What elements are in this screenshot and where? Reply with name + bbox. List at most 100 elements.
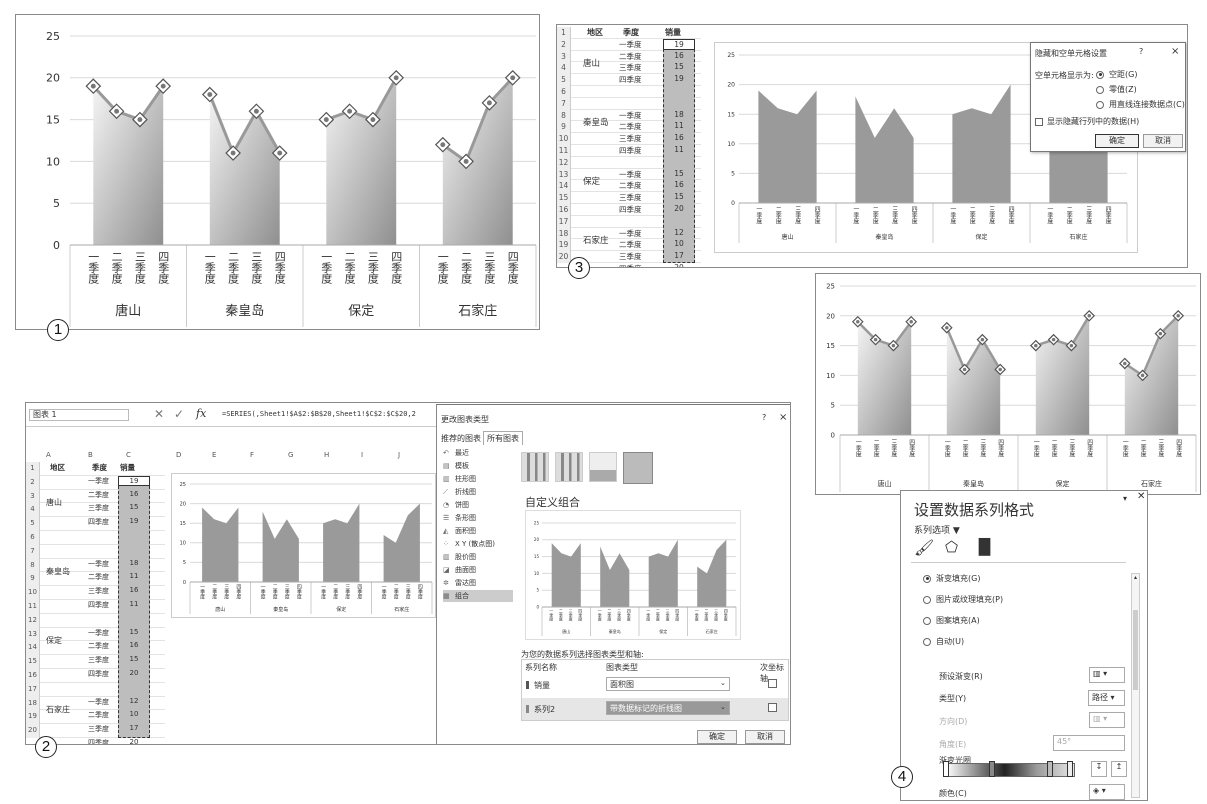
sheet-2[interactable]: 1 2 3 4 5 6 7 8 9 10 11 12 13 14 15 16 17 18 19 20 地区 季度 销量 唐山一…	[26, 460, 166, 744]
name-box[interactable]: 图表 1	[29, 409, 129, 421]
quarter-cell[interactable]: 二季度	[619, 121, 642, 132]
area-2[interactable]	[1035, 315, 1090, 435]
chart-type-item[interactable]: ☰ 条形图	[443, 512, 513, 524]
quarter-cell[interactable]: 一季度	[88, 559, 109, 569]
sales-cell[interactable]: 11	[118, 572, 150, 580]
quarter-cell[interactable]: 四季度	[88, 600, 109, 610]
sales-cell[interactable]: 19	[118, 475, 150, 486]
chart-type-item[interactable]: ▦ 组合	[443, 590, 513, 602]
fill-option[interactable]: 渐变填充(G)	[923, 573, 980, 584]
fill-option[interactable]: 图案填充(A)	[923, 615, 980, 626]
close-icon[interactable]: ×	[1171, 46, 1179, 57]
effects-icon[interactable]: ⬠	[945, 538, 958, 556]
option-connect[interactable]: 用直线连接数据点(C)	[1096, 99, 1185, 110]
chart-type-item[interactable]: ◪ 曲面图	[443, 564, 513, 576]
row-number[interactable]: 11	[26, 600, 40, 614]
chart-type-item[interactable]: ↶ 最近	[443, 447, 513, 459]
row-number[interactable]: 9	[557, 121, 571, 134]
chart-type-item[interactable]: ◔ 饼图	[443, 499, 513, 511]
column-letter[interactable]: B	[88, 451, 93, 459]
area-1[interactable]	[600, 546, 630, 607]
chart-type-select[interactable]: 面积图	[606, 677, 730, 691]
sales-cell[interactable]: 20	[118, 669, 150, 677]
formula-text[interactable]: =SERIES(,Sheet1!$A$2:$B$20,Sheet1!$C$2:$…	[222, 410, 416, 418]
area-2[interactable]	[323, 503, 360, 582]
gradient-stops-bar[interactable]	[947, 763, 1075, 777]
fill-option[interactable]: 自动(U)	[923, 636, 964, 647]
quarter-cell[interactable]: 二季度	[619, 239, 642, 250]
area-0[interactable]	[758, 90, 817, 203]
sales-cell[interactable]: 15	[118, 503, 150, 511]
quarter-cell[interactable]: 三季度	[88, 586, 109, 596]
chart-type-select[interactable]: 带数据标记的折线图	[606, 701, 730, 715]
region-cell[interactable]: 保定	[583, 175, 600, 187]
combo-stacked-area-column-icon[interactable]	[589, 452, 617, 482]
quarter-cell[interactable]: 一季度	[619, 39, 642, 50]
region-cell[interactable]: 唐山	[583, 57, 600, 69]
tab-recommended[interactable]: 推荐的图表	[441, 433, 481, 444]
area-0[interactable]	[202, 507, 239, 582]
sales-cell[interactable]: 19	[118, 517, 150, 525]
chevron-down-icon[interactable]: ⌄	[720, 703, 726, 711]
row-number[interactable]: 2	[557, 38, 571, 51]
cancel-button[interactable]: 取消	[745, 730, 785, 744]
scroll-up-icon[interactable]: ▴	[1132, 574, 1139, 582]
row-number[interactable]: 8	[26, 558, 40, 573]
sales-cell[interactable]: 15	[663, 62, 695, 71]
sales-cell[interactable]: 15	[118, 628, 150, 636]
area-3[interactable]	[1124, 315, 1179, 435]
quarter-cell[interactable]: 二季度	[88, 490, 109, 500]
column-letter[interactable]: G	[288, 451, 293, 459]
preset-gradient-dropdown[interactable]: ▥ ▾	[1089, 667, 1125, 683]
cancel-icon[interactable]: ✕	[154, 407, 164, 421]
row-number[interactable]: 6	[557, 86, 571, 98]
quarter-cell[interactable]: 二季度	[88, 710, 109, 720]
row-number[interactable]: 10	[557, 133, 571, 145]
sales-cell[interactable]: 20	[663, 263, 695, 267]
quarter-cell[interactable]: 四季度	[88, 517, 109, 527]
row-number[interactable]: 16	[557, 204, 571, 216]
area-2[interactable]	[326, 77, 397, 245]
area-2[interactable]	[952, 84, 1011, 203]
row-number[interactable]: 20	[26, 724, 40, 738]
sheet-3[interactable]: 1 2 3 4 5 6 7 8 9 10 11 12 13 14 15 16 17 18 19 20 地区 季度 销量 唐山一…	[557, 25, 702, 267]
region-cell[interactable]: 石家庄	[583, 234, 609, 246]
scroll-thumb[interactable]	[1133, 610, 1138, 690]
row-number[interactable]: 17	[557, 215, 571, 228]
row-number[interactable]: 8	[557, 109, 571, 122]
remove-stop-icon[interactable]: ↥	[1111, 761, 1127, 777]
cancel-button[interactable]: 取消	[1143, 134, 1183, 148]
row-number[interactable]: 3	[26, 489, 40, 504]
sales-cell[interactable]: 18	[663, 110, 695, 119]
row-number[interactable]: 6	[26, 531, 40, 545]
sales-cell[interactable]: 16	[118, 490, 150, 498]
gradient-stop-handle[interactable]	[1047, 761, 1053, 777]
gradient-stop-handle[interactable]	[989, 761, 995, 777]
row-number[interactable]: 19	[26, 710, 40, 725]
quarter-cell[interactable]: 一季度	[88, 476, 109, 486]
row-number[interactable]: 11	[557, 145, 571, 157]
row-number[interactable]: 10	[26, 586, 40, 600]
row-number[interactable]: 4	[26, 503, 40, 518]
chart-type-item[interactable]: ◭ 面积图	[443, 525, 513, 537]
column-letter[interactable]: F	[250, 451, 254, 459]
row-number[interactable]: 18	[26, 696, 40, 711]
area-0[interactable]	[857, 321, 912, 435]
area-line-chart-4[interactable]: 0 5 10 15 20 25 一季度 二季度 三季度 四季度唐山 一季度 二季度 三季度 四季度秦皇岛 一…	[816, 274, 1200, 494]
scrollbar[interactable]: ▴	[1131, 573, 1140, 798]
column-letter[interactable]: A	[46, 451, 51, 459]
sales-cell[interactable]: 11	[663, 145, 695, 154]
region-cell[interactable]: 秦皇岛	[46, 566, 70, 577]
quarter-cell[interactable]: 三季度	[619, 62, 642, 73]
color-dropdown[interactable]: ◈ ▾	[1089, 784, 1125, 800]
secondary-axis-checkbox[interactable]	[768, 679, 777, 688]
sales-cell[interactable]: 16	[663, 51, 695, 60]
fx-icon[interactable]: fx	[196, 407, 206, 420]
column-letter[interactable]: H	[324, 451, 329, 459]
sales-cell[interactable]: 10	[663, 239, 695, 248]
region-cell[interactable]: 保定	[46, 635, 62, 646]
row-number[interactable]: 7	[26, 544, 40, 559]
quarter-cell[interactable]: 三季度	[88, 655, 109, 665]
chart-type-item[interactable]: ✲ 雷达图	[443, 577, 513, 589]
sales-cell[interactable]: 19	[663, 38, 695, 50]
